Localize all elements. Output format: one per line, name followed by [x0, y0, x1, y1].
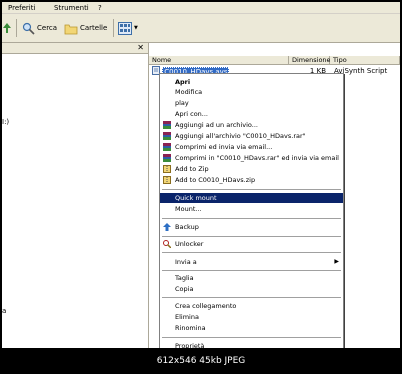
menu-separator [162, 270, 341, 271]
folder-icon [64, 24, 78, 34]
up-arrow-icon [3, 23, 11, 33]
zip-icon [163, 165, 171, 173]
ctx-add-to-zip[interactable]: Add to Zip [160, 164, 343, 174]
ctx-play[interactable]: play [160, 98, 343, 108]
tree-label-fragment[interactable]: a [2, 307, 6, 315]
ctx-elimina[interactable]: Elimina [160, 312, 343, 322]
winrar-icon [163, 143, 171, 151]
menu-help[interactable]: ? [98, 4, 102, 12]
backup-icon [163, 223, 171, 231]
ctx-invia-a[interactable]: Invia a ▶ [160, 257, 343, 267]
ctx-rinomina[interactable]: Rinomina [160, 323, 343, 333]
ctx-aggiungi-archivio[interactable]: Aggiungi ad un archivio... [160, 120, 343, 130]
views-grid-icon [118, 21, 132, 35]
menu-separator [162, 252, 341, 253]
ctx-apri-con[interactable]: Apri con... [160, 109, 343, 119]
toolbar-separator [113, 19, 114, 37]
ctx-crea-collegamento[interactable]: Crea collegamento [160, 301, 343, 311]
folders-button[interactable]: Cartelle [64, 20, 107, 36]
menu-separator [162, 297, 341, 298]
winrar-icon [163, 132, 171, 140]
winrar-icon [163, 154, 171, 162]
folders-pane-header: ✕ [2, 43, 148, 54]
drive-label-fragment[interactable]: I:) [2, 118, 9, 126]
image-caption: 612x546 45kb JPEG [0, 348, 402, 374]
menu-separator [162, 189, 341, 190]
column-header-name[interactable]: Nome [149, 56, 289, 65]
ctx-mount[interactable]: Mount... [160, 204, 343, 214]
ctx-quick-mount[interactable]: Quick mount [160, 193, 343, 203]
menu-separator [162, 236, 341, 237]
ctx-apri[interactable]: Apri [160, 77, 343, 87]
ctx-modifica[interactable]: Modifica [160, 87, 343, 97]
ctx-unlocker[interactable]: Unlocker [160, 239, 343, 249]
ctx-backup[interactable]: Backup [160, 222, 343, 232]
menu-separator [162, 337, 341, 338]
search-button[interactable]: Cerca [22, 20, 57, 36]
ctx-copia[interactable]: Copia [160, 284, 343, 294]
ctx-comprimi-email[interactable]: Comprimi ed invia via email... [160, 142, 343, 152]
menu-preferiti[interactable]: Preferiti [8, 4, 35, 12]
ctx-taglia[interactable]: Taglia [160, 273, 343, 283]
close-icon[interactable]: ✕ [137, 43, 144, 53]
submenu-arrow-icon: ▶ [334, 258, 339, 265]
folders-label: Cartelle [80, 24, 108, 32]
chevron-down-icon: ▼ [134, 25, 138, 31]
winrar-icon [163, 121, 171, 129]
search-icon [22, 22, 35, 35]
column-header-type[interactable]: Tipo [330, 56, 400, 65]
ctx-comprimi-rar-email[interactable]: Comprimi in "C0010_HDavs.rar" ed invia v… [160, 153, 343, 163]
toolbar-separator [16, 19, 17, 37]
context-menu: Apri Modifica play Apri con... Aggiungi … [159, 73, 344, 357]
menubar: Preferiti Strumenti ? [2, 2, 400, 14]
views-button[interactable]: ▼ [118, 20, 138, 36]
menu-separator [162, 218, 341, 219]
search-label: Cerca [37, 24, 58, 32]
folders-pane: ✕ I:) a [2, 43, 149, 348]
unlocker-icon [163, 240, 171, 248]
ctx-aggiungi-rar[interactable]: Aggiungi all'archivio "C0010_HDavs.rar" [160, 131, 343, 141]
up-folder-button[interactable] [2, 20, 12, 36]
zip-icon [163, 176, 171, 184]
column-header-size[interactable]: Dimensione [289, 56, 331, 65]
ctx-add-to-named-zip[interactable]: Add to C0010_HDavs.zip [160, 175, 343, 185]
toolbar: Cerca Cartelle ▼ [2, 14, 400, 43]
menu-strumenti[interactable]: Strumenti [54, 4, 89, 12]
